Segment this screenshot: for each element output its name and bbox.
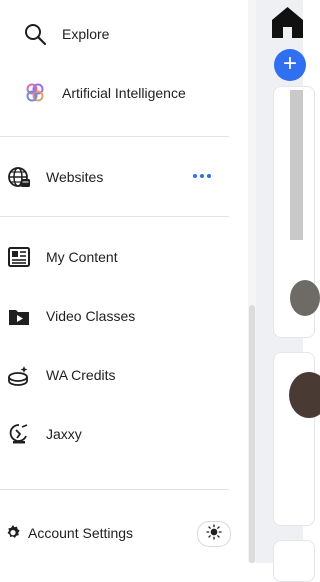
account-settings-label: Account Settings xyxy=(28,525,134,541)
nav-item-wa-credits[interactable]: WA Credits xyxy=(6,362,116,388)
nav-item-jaxxy[interactable]: Jaxxy xyxy=(6,421,82,447)
home-icon[interactable] xyxy=(272,6,303,43)
more-dot xyxy=(207,174,211,178)
more-dots-icon xyxy=(193,174,197,178)
nav-item-video-classes[interactable]: Video Classes xyxy=(6,303,135,329)
plus-icon: + xyxy=(282,50,297,77)
more-dot xyxy=(200,174,204,178)
theme-toggle[interactable] xyxy=(197,521,231,547)
sun-icon xyxy=(206,523,222,545)
avatar[interactable] xyxy=(290,280,320,316)
nav-label-video-classes: Video Classes xyxy=(46,308,136,324)
nav-label-explore: Explore xyxy=(62,26,110,42)
globe-icon xyxy=(6,164,32,190)
search-icon xyxy=(22,21,48,47)
sidebar: Explore Artificial Intelligence Websites… xyxy=(0,0,248,563)
post-image xyxy=(290,90,303,240)
nav-item-artificial-intelligence[interactable]: Artificial Intelligence xyxy=(22,80,186,106)
jaxxy-icon xyxy=(6,421,32,447)
nav-label-jaxxy: Jaxxy xyxy=(46,426,82,442)
nav-label-websites: Websites xyxy=(46,169,104,185)
nav-item-my-content[interactable]: My Content xyxy=(6,244,118,270)
nav-label-wa-credits: WA Credits xyxy=(46,367,116,383)
credits-coins-icon xyxy=(6,362,32,388)
nav-item-websites[interactable]: Websites xyxy=(6,164,103,190)
divider xyxy=(0,489,229,490)
add-button[interactable]: + xyxy=(274,49,306,81)
divider xyxy=(0,136,229,137)
gear-icon xyxy=(0,520,26,546)
brain-icon xyxy=(22,80,48,106)
nav-item-explore[interactable]: Explore xyxy=(22,21,109,47)
sidebar-scrollbar-thumb[interactable] xyxy=(249,305,255,563)
newspaper-icon xyxy=(6,244,32,270)
divider xyxy=(0,216,229,217)
feed-card[interactable] xyxy=(273,540,315,582)
account-settings-link[interactable]: Account Settings xyxy=(0,520,133,546)
nav-label-artificial-intelligence: Artificial Intelligence xyxy=(62,85,186,101)
video-folder-icon xyxy=(6,303,32,329)
nav-label-my-content: My Content xyxy=(46,249,118,265)
websites-more-button[interactable] xyxy=(193,170,211,182)
